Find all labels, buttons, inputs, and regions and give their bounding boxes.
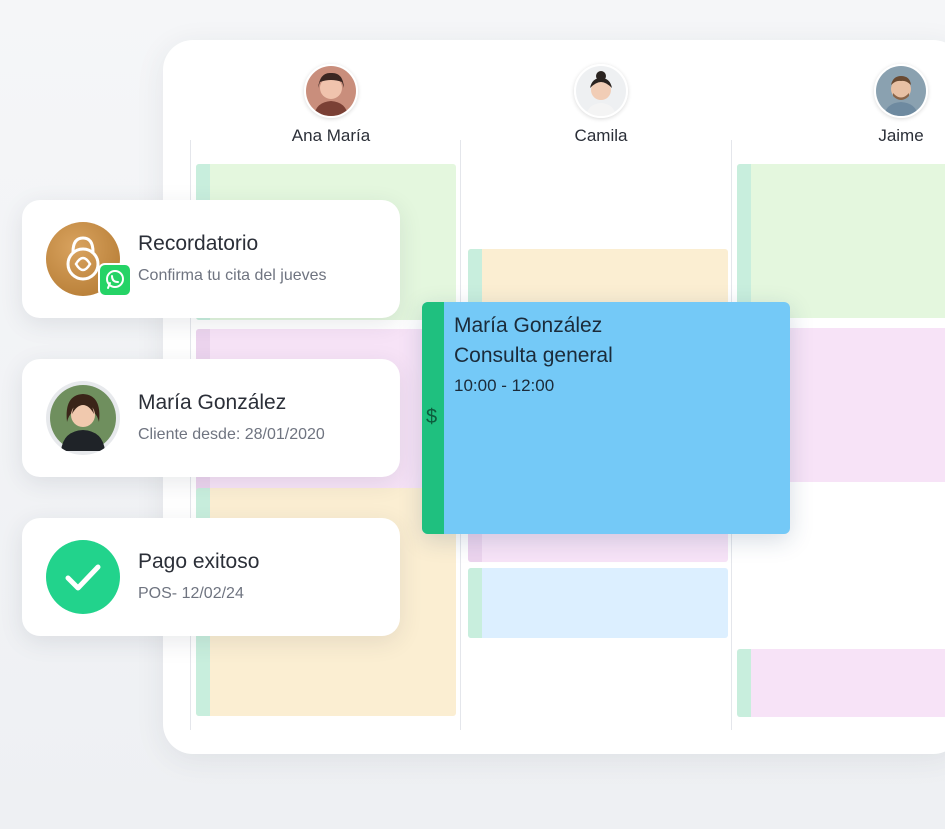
appointment-client: María González: [454, 314, 603, 337]
client-notification[interactable]: María González Cliente desde: 28/01/2020: [22, 359, 400, 477]
appointment-time: 10:00 - 12:00: [454, 376, 555, 395]
staff-column-header[interactable]: Camila: [511, 64, 691, 146]
appointment-card[interactable]: $ María González Consulta general 10:00 …: [422, 302, 790, 534]
payment-status: Pago exitoso: [138, 550, 260, 573]
calendar-event[interactable]: [468, 568, 728, 638]
notification-subtitle: Confirma tu cita del jueves: [138, 267, 327, 284]
calendar-event[interactable]: [737, 649, 945, 717]
staff-column-header[interactable]: Ana María: [241, 64, 421, 146]
notification-title: Recordatorio: [138, 232, 259, 255]
staff-name: Camila: [574, 126, 628, 145]
avatar: [574, 64, 628, 118]
client-name: María González: [138, 391, 287, 414]
avatar: [46, 381, 120, 455]
payment-reference: POS- 12/02/24: [138, 585, 244, 602]
staff-name: Ana María: [291, 126, 371, 145]
checkmark-icon: [46, 540, 120, 614]
dollar-icon: $: [426, 406, 438, 428]
payment-notification[interactable]: Pago exitoso POS- 12/02/24: [22, 518, 400, 636]
reminder-notification[interactable]: Recordatorio Confirma tu cita del jueves: [22, 200, 400, 318]
appointment-service: Consulta general: [454, 344, 613, 367]
whatsapp-icon: [98, 263, 132, 297]
calendar-event[interactable]: [737, 164, 945, 318]
avatar: [304, 64, 358, 118]
staff-name: Jaime: [878, 126, 924, 145]
avatar: [874, 64, 928, 118]
client-since: Cliente desde: 28/01/2020: [138, 426, 325, 443]
staff-column-header[interactable]: Jaime: [811, 64, 945, 146]
